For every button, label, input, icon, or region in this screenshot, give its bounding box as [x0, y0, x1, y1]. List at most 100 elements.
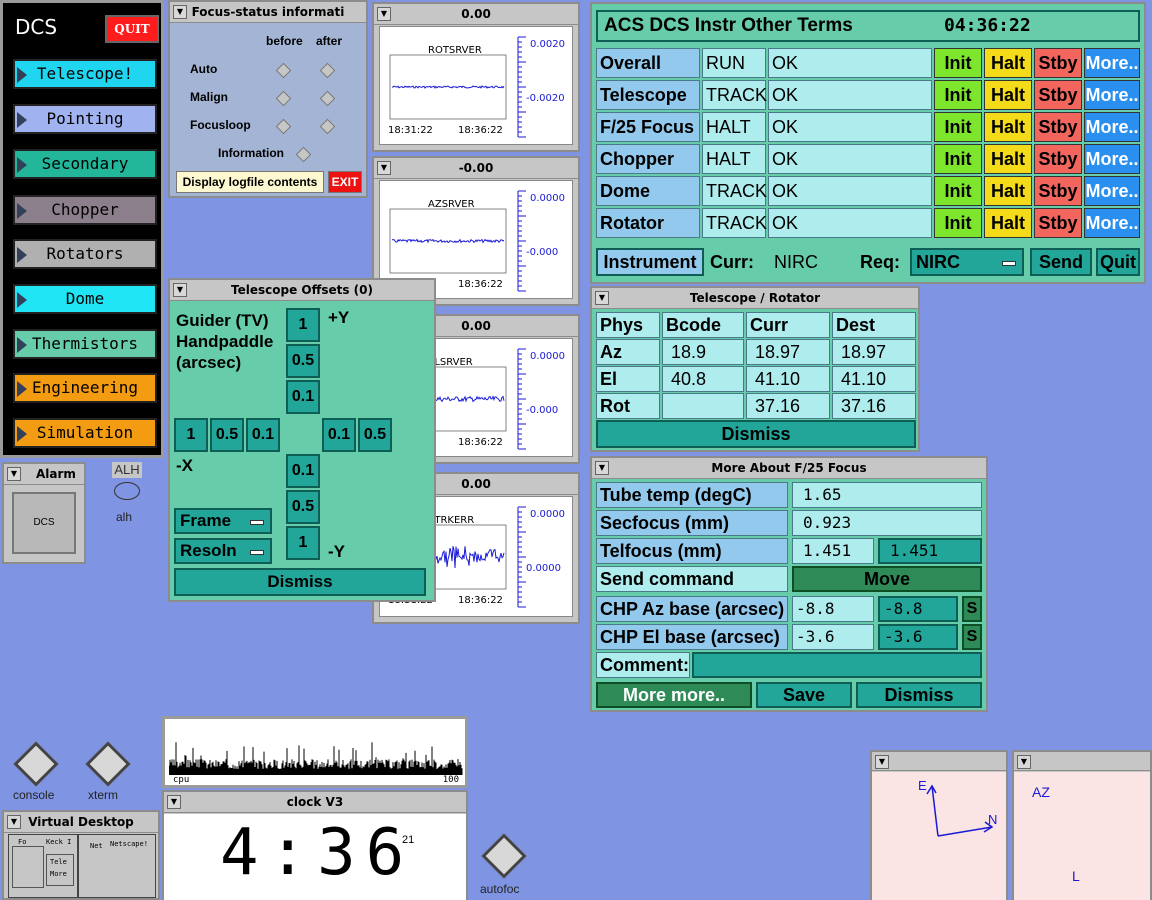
south-0.1-button[interactable]: 0.1 — [286, 454, 320, 488]
telfocus-input[interactable]: 1.451 — [878, 538, 982, 564]
acs-dome-stby-button[interactable]: Stby — [1034, 176, 1082, 206]
telescope-rotator-window: ▼ Telescope / Rotator Phys Bcode Curr Dest Az… — [590, 286, 920, 452]
north-0.1-button[interactable]: 0.1 — [286, 380, 320, 414]
north-0.5-button[interactable]: 0.5 — [286, 344, 320, 378]
offsets-dismiss-button[interactable]: Dismiss — [174, 568, 426, 596]
acs-overall-stby-button[interactable]: Stby — [1034, 48, 1082, 78]
dcs-menu-engineering-button[interactable]: Engineering — [13, 373, 157, 403]
chevron-down-icon — [1002, 261, 1016, 266]
acs-f25focus-state: HALT — [702, 112, 766, 142]
acs-rotator-more-button[interactable]: More.. — [1084, 208, 1140, 238]
display-logfile-button[interactable]: Display logfile contents — [176, 171, 324, 193]
rotator-dismiss-button[interactable]: Dismiss — [596, 420, 916, 448]
west-0.5-button[interactable]: 0.5 — [210, 418, 244, 452]
dcs-menu-rotators-button[interactable]: Rotators — [13, 239, 157, 269]
triangle-icon — [17, 157, 27, 173]
acs-rotator-halt-button[interactable]: Halt — [984, 208, 1032, 238]
chp-az-set-button[interactable]: S — [962, 596, 982, 622]
acs-f25focus-halt-button[interactable]: Halt — [984, 112, 1032, 142]
acs-telescope-halt-button[interactable]: Halt — [984, 80, 1032, 110]
south-0.5-button[interactable]: 0.5 — [286, 490, 320, 524]
acs-f25focus-stby-button[interactable]: Stby — [1034, 112, 1082, 142]
north-label: N — [988, 812, 997, 827]
focusloop-label: Focusloop — [190, 118, 251, 132]
req-instrument-menu[interactable]: NIRC — [910, 248, 1024, 276]
dcs-menu-dome-button[interactable]: Dome — [13, 284, 157, 314]
chp-el-set-button[interactable]: S — [962, 624, 982, 650]
focus-status-title: Focus-status informati — [191, 5, 345, 19]
north-1-button[interactable]: 1 — [286, 308, 320, 342]
acs-chopper-stby-button[interactable]: Stby — [1034, 144, 1082, 174]
acs-f25focus-more-button[interactable]: More.. — [1084, 112, 1140, 142]
acs-overall-more-button[interactable]: More.. — [1084, 48, 1140, 78]
acs-f25focus-init-button[interactable]: Init — [934, 112, 982, 142]
y-top-label: 0.0020 — [530, 39, 565, 50]
console-icon[interactable]: console — [10, 741, 60, 804]
acs-f25focus-label: F/25 Focus — [596, 112, 700, 142]
resoln-menu[interactable]: Resoln — [174, 538, 272, 564]
acs-chopper-halt-button[interactable]: Halt — [984, 144, 1032, 174]
west-0.1-button[interactable]: 0.1 — [246, 418, 280, 452]
save-button[interactable]: Save — [756, 682, 852, 708]
acs-chopper-status: OK — [768, 144, 932, 174]
quit-button[interactable]: QUIT — [105, 15, 159, 43]
acs-dome-init-button[interactable]: Init — [934, 176, 982, 206]
menu-icon[interactable]: ▼ — [377, 7, 391, 21]
auto-after-indicator — [319, 62, 336, 79]
vdesk-label-net: Net — [90, 842, 103, 850]
frame-menu[interactable]: Frame — [174, 508, 272, 534]
rotator-cell: 18.97 — [746, 339, 830, 365]
plot-title: 0.00 — [461, 477, 491, 491]
triangle-icon — [17, 67, 27, 83]
y-top-label: 0.0000 — [530, 193, 565, 204]
acs-telescope-more-button[interactable]: More.. — [1084, 80, 1140, 110]
alarm-dcs-button[interactable]: DCS — [12, 492, 76, 554]
rotator-row-el: El — [596, 366, 660, 392]
acs-overall-halt-button[interactable]: Halt — [984, 48, 1032, 78]
handpaddle-heading: Guider (TV) Handpaddle (arcsec) — [176, 311, 274, 372]
acs-overall-state: RUN — [702, 48, 766, 78]
exit-button[interactable]: EXIT — [328, 171, 362, 193]
dcs-menu-pointing-button[interactable]: Pointing — [13, 104, 157, 134]
east-0.1-button[interactable]: 0.1 — [322, 418, 356, 452]
instrument-button[interactable]: Instrument — [596, 248, 704, 276]
acs-chopper-more-button[interactable]: More.. — [1084, 144, 1140, 174]
autofoc-icon[interactable]: autofoc — [478, 833, 532, 900]
acs-quit-button[interactable]: Quit — [1096, 248, 1140, 276]
more-more-button[interactable]: More more.. — [596, 682, 752, 708]
acs-telescope-init-button[interactable]: Init — [934, 80, 982, 110]
acs-dome-more-button[interactable]: More.. — [1084, 176, 1140, 206]
east-0.5-button[interactable]: 0.5 — [358, 418, 392, 452]
rotator-cell: 37.16 — [832, 393, 916, 419]
acs-f25focus-status: OK — [768, 112, 932, 142]
west-1-button[interactable]: 1 — [174, 418, 208, 452]
south-1-button[interactable]: 1 — [286, 526, 320, 560]
telfocus-label: Telfocus (mm) — [596, 538, 788, 564]
acs-rotator-init-button[interactable]: Init — [934, 208, 982, 238]
acs-dome-halt-button[interactable]: Halt — [984, 176, 1032, 206]
rotator-cell: 40.8 — [662, 366, 744, 392]
acs-overall-init-button[interactable]: Init — [934, 48, 982, 78]
dcs-menu-chopper-button[interactable]: Chopper — [13, 195, 157, 225]
east-label: E — [918, 778, 927, 793]
chp-az-input[interactable]: -8.8 — [878, 596, 958, 622]
alh-icon[interactable]: ALH alh — [102, 460, 152, 524]
vdesk-pager[interactable]: Fo Keck I Netscape! Tele More Net — [6, 834, 156, 898]
dcs-menu-telescope-button[interactable]: Telescope! — [13, 59, 157, 89]
dcs-menu-secondary-button[interactable]: Secondary — [13, 149, 157, 179]
acs-rotator-stby-button[interactable]: Stby — [1034, 208, 1082, 238]
menu-icon[interactable]: ▼ — [377, 161, 391, 175]
f25-dismiss-button[interactable]: Dismiss — [856, 682, 982, 708]
dcs-menu-thermistors-button[interactable]: Thermistors — [13, 329, 157, 359]
send-button[interactable]: Send — [1030, 248, 1092, 276]
dcs-menu-simulation-button[interactable]: Simulation — [13, 418, 157, 448]
chp-el-input[interactable]: -3.6 — [878, 624, 958, 650]
move-button[interactable]: Move — [792, 566, 982, 592]
y-bottom-label: -0.000 — [526, 247, 559, 258]
acs-telescope-stby-button[interactable]: Stby — [1034, 80, 1082, 110]
acs-chopper-init-button[interactable]: Init — [934, 144, 982, 174]
time-end-label: 18:36:22 — [458, 437, 503, 448]
comment-input[interactable] — [692, 652, 982, 678]
xterm-icon[interactable]: xterm — [82, 741, 132, 804]
dcs-menu-window: DCS QUIT Telescope! Pointing Secondary Chop… — [0, 0, 164, 458]
